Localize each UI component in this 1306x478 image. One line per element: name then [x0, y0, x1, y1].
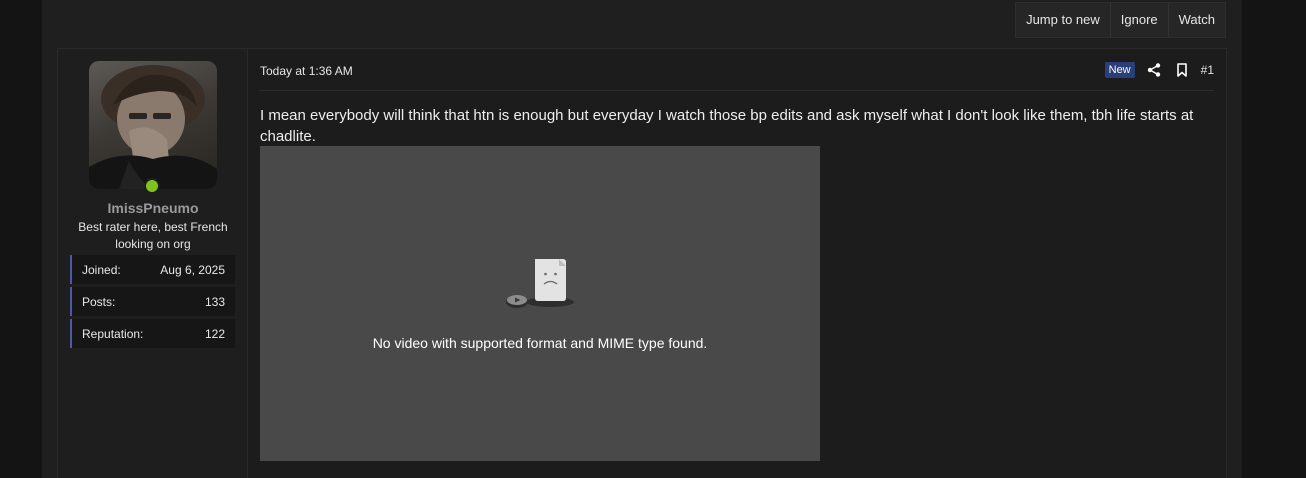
user-cell: ImissPneumo Best rater here, best French…	[58, 49, 248, 478]
stat-reputation: Reputation: 122	[70, 319, 235, 348]
stat-label: Joined:	[82, 262, 121, 277]
stat-value: 122	[204, 326, 225, 341]
user-stats: Joined: Aug 6, 2025 Posts: 133 Reputatio…	[70, 255, 235, 351]
message-tools: New #1	[1104, 61, 1214, 79]
new-badge: New	[1104, 62, 1135, 78]
avatar-image	[89, 65, 217, 189]
stat-label: Reputation:	[82, 326, 144, 341]
thread-actions: Jump to new Ignore Watch	[1015, 2, 1226, 38]
stat-value: 133	[204, 294, 225, 309]
stat-label: Posts:	[82, 294, 116, 309]
avatar[interactable]	[89, 61, 217, 189]
message-header: Today at 1:36 AM New #1	[259, 49, 1214, 91]
username[interactable]: ImissPneumo	[58, 200, 248, 216]
message-body: I mean everybody will think that htn is …	[260, 107, 1194, 145]
online-status-indicator	[144, 178, 160, 194]
ignore-button[interactable]: Ignore	[1111, 3, 1169, 37]
jump-to-new-button[interactable]: Jump to new	[1016, 3, 1111, 37]
page-wrapper: Jump to new Ignore Watch ImissPneumo Bes	[42, 0, 1242, 478]
bookmark-icon[interactable]	[1173, 61, 1191, 79]
stat-value: Aug 6, 2025	[160, 262, 225, 277]
stat-posts: Posts: 133	[70, 287, 235, 316]
video-player[interactable]: No video with supported format and MIME …	[260, 146, 820, 461]
watch-button[interactable]: Watch	[1169, 3, 1225, 37]
stat-joined: Joined: Aug 6, 2025	[70, 255, 235, 284]
video-error-message: No video with supported format and MIME …	[372, 335, 708, 351]
user-title: Best rater here, best French looking on …	[78, 220, 228, 251]
message-post: ImissPneumo Best rater here, best French…	[57, 48, 1227, 478]
message-main: Today at 1:36 AM New #1 I mean everybody…	[259, 49, 1226, 478]
share-icon[interactable]	[1145, 61, 1163, 79]
broken-video-icon	[506, 259, 574, 308]
post-number-link[interactable]: #1	[1201, 63, 1214, 77]
post-date[interactable]: Today at 1:36 AM	[260, 64, 353, 78]
